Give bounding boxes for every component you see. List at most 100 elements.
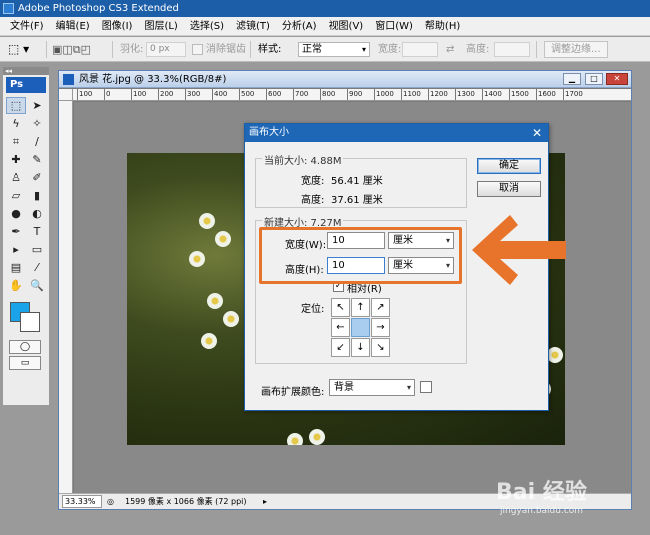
- healing-brush-icon[interactable]: ✚: [6, 151, 26, 168]
- ruler-tick: 300: [185, 89, 201, 100]
- eyedropper-icon[interactable]: ⁄: [27, 259, 47, 276]
- anchor-grid: ↖ ↑ ↗ ← → ↙ ↓ ↘: [331, 298, 390, 357]
- menu-help[interactable]: 帮助(H): [419, 17, 466, 36]
- history-brush-icon[interactable]: ✐: [27, 169, 47, 186]
- shape-tool-icon[interactable]: ▭: [27, 241, 47, 258]
- anchor-bottom-left[interactable]: ↙: [331, 338, 350, 357]
- anchor-left[interactable]: ←: [331, 318, 350, 337]
- minimize-button[interactable]: ▁: [563, 73, 581, 85]
- hand-tool-icon[interactable]: ✋: [6, 277, 26, 294]
- notes-tool-icon[interactable]: ▤: [6, 259, 26, 276]
- flower-blossom: [207, 293, 223, 309]
- menu-view[interactable]: 视图(V): [323, 17, 370, 36]
- style-select[interactable]: 正常 ▾: [298, 42, 370, 57]
- eraser-tool-icon[interactable]: ▱: [6, 187, 26, 204]
- selection-mode-icons[interactable]: ▣◫⧉◰: [52, 37, 91, 62]
- ruler-tick: 1300: [455, 89, 475, 100]
- extension-color-swatch[interactable]: [420, 381, 432, 393]
- status-arrow-icon[interactable]: ▸: [263, 494, 267, 509]
- menu-layer[interactable]: 图层(L): [138, 17, 183, 36]
- horizontal-ruler[interactable]: 100 0 100 200 300 400 500 600 700 800 90…: [73, 89, 631, 101]
- extension-color-label: 画布扩展颜色:: [261, 387, 325, 398]
- pen-tool-icon[interactable]: ✒: [6, 223, 26, 240]
- chevron-down-icon: ▾: [406, 383, 411, 392]
- anchor-right[interactable]: →: [371, 318, 390, 337]
- menu-analysis[interactable]: 分析(A): [276, 17, 323, 36]
- antialias-label: 消除锯齿: [206, 44, 246, 55]
- lasso-tool-icon[interactable]: ϟ: [6, 115, 26, 132]
- ok-button[interactable]: 确定: [477, 158, 541, 174]
- current-width-label: 宽度:: [301, 176, 325, 187]
- current-height-label: 高度:: [301, 195, 325, 206]
- clone-stamp-icon[interactable]: ♙: [6, 169, 26, 186]
- zoom-field[interactable]: 33.33%: [62, 495, 102, 508]
- anchor-top-right[interactable]: ↗: [371, 298, 390, 317]
- zoom-tool-icon[interactable]: 🔍: [27, 277, 47, 294]
- swap-icon[interactable]: ⇄: [446, 37, 454, 62]
- dodge-tool-icon[interactable]: ◐: [27, 205, 47, 222]
- ruler-tick: 100: [131, 89, 147, 100]
- annotation-arrow-icon: [472, 215, 566, 285]
- ps-logo[interactable]: Ps: [6, 77, 46, 93]
- anchor-top-left[interactable]: ↖: [331, 298, 350, 317]
- anchor-top[interactable]: ↑: [351, 298, 370, 317]
- feather-input[interactable]: 0 px: [146, 42, 186, 57]
- ruler-tick: 400: [212, 89, 228, 100]
- document-size-status: 1599 像素 x 1066 像素 (72 ppi): [125, 497, 247, 506]
- document-title: 风景 花.jpg @ 33.3%(RGB/8#): [79, 74, 227, 85]
- maximize-button[interactable]: □: [585, 73, 603, 85]
- marquee-tool-icon[interactable]: ⬚: [6, 97, 26, 114]
- gradient-tool-icon[interactable]: ▮: [27, 187, 47, 204]
- status-menu-icon[interactable]: ◎: [107, 494, 114, 509]
- background-color-swatch[interactable]: [20, 312, 40, 332]
- ruler-tick: 1200: [428, 89, 448, 100]
- options-divider: [536, 41, 537, 58]
- vertical-ruler[interactable]: [59, 101, 73, 493]
- menu-filter[interactable]: 滤镜(T): [230, 17, 276, 36]
- menu-edit[interactable]: 编辑(E): [50, 17, 96, 36]
- flower-blossom: [309, 429, 325, 445]
- ruler-tick: 900: [347, 89, 363, 100]
- refine-edge-button[interactable]: 调整边缘...: [544, 41, 608, 58]
- ruler-origin[interactable]: [59, 89, 73, 101]
- ruler-tick: 1400: [482, 89, 502, 100]
- extension-color-select[interactable]: 背景 ▾: [329, 379, 415, 396]
- magic-wand-icon[interactable]: ✧: [27, 115, 47, 132]
- menu-select[interactable]: 选择(S): [184, 17, 230, 36]
- menu-window[interactable]: 窗口(W): [369, 17, 419, 36]
- document-titlebar[interactable]: 风景 花.jpg @ 33.3%(RGB/8#) ▁ □ ✕: [59, 71, 631, 88]
- move-tool-icon[interactable]: ➤: [27, 97, 47, 114]
- crop-tool-icon[interactable]: ⌗: [6, 133, 26, 150]
- quick-mask-icon[interactable]: ◯: [9, 340, 41, 354]
- current-height-value: 37.61 厘米: [331, 195, 383, 206]
- brush-tool-icon[interactable]: ✎: [27, 151, 47, 168]
- feather-label: 羽化:: [120, 44, 144, 55]
- cancel-button[interactable]: 取消: [477, 181, 541, 197]
- menu-image[interactable]: 图像(I): [96, 17, 139, 36]
- anchor-label: 定位:: [301, 304, 325, 315]
- path-selection-icon[interactable]: ▸: [6, 241, 26, 258]
- width-input[interactable]: [402, 42, 438, 57]
- flower-blossom: [201, 333, 217, 349]
- dialog-titlebar[interactable]: 画布大小 ✕: [245, 124, 548, 142]
- anchor-bottom-right[interactable]: ↘: [371, 338, 390, 357]
- height-input[interactable]: [494, 42, 530, 57]
- close-button[interactable]: ✕: [606, 73, 628, 85]
- anchor-bottom[interactable]: ↓: [351, 338, 370, 357]
- antialias-checkbox[interactable]: [192, 44, 203, 55]
- options-divider: [46, 41, 47, 58]
- ruler-tick: 1700: [563, 89, 583, 100]
- ruler-tick: 100: [77, 89, 93, 100]
- slice-tool-icon[interactable]: ∕: [27, 133, 47, 150]
- marquee-preset-icon[interactable]: ⬚ ▾: [8, 37, 29, 62]
- color-swatches: [6, 300, 46, 336]
- menu-file[interactable]: 文件(F): [4, 17, 50, 36]
- flower-blossom: [199, 213, 215, 229]
- screen-mode-icon[interactable]: ▭: [9, 356, 41, 370]
- blur-tool-icon[interactable]: ●: [6, 205, 26, 222]
- type-tool-icon[interactable]: T: [27, 223, 47, 240]
- anchor-center[interactable]: [351, 318, 370, 337]
- ruler-tick: 200: [158, 89, 174, 100]
- toolbox-grip[interactable]: ◂◂: [3, 67, 49, 75]
- dialog-close-icon[interactable]: ✕: [532, 124, 542, 142]
